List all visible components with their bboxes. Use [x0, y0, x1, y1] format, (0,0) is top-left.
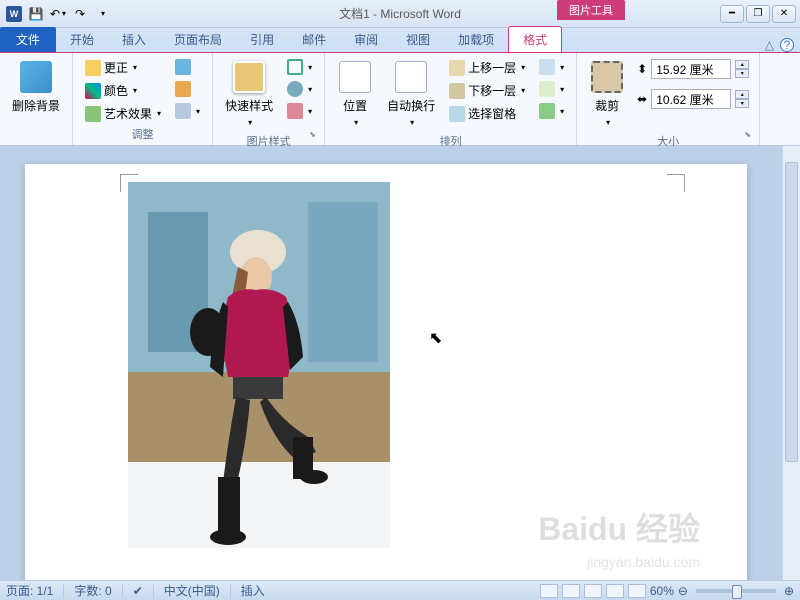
change-picture-button[interactable] — [171, 79, 204, 99]
rotate-button[interactable]: ▾ — [535, 101, 568, 121]
minimize-ribbon-icon[interactable]: △ — [765, 38, 774, 52]
crop-handle-tr[interactable] — [667, 174, 685, 192]
picstyle-launcher[interactable]: ⬊ — [309, 130, 321, 142]
status-language[interactable]: 中文(中国) — [164, 582, 220, 599]
group-button[interactable]: ▾ — [535, 79, 568, 99]
help-icon[interactable]: ? — [780, 38, 794, 52]
close-button[interactable]: ✕ — [772, 5, 796, 23]
zoom-out-button[interactable]: ⊖ — [678, 584, 688, 598]
height-input[interactable]: ⬍ 15.92 厘米 ▴▾ — [635, 57, 751, 81]
send-backward-button[interactable]: 下移一层▾ — [445, 80, 529, 101]
contextual-tab-label: 图片工具 — [557, 0, 625, 20]
ribbon-tabs: 文件 开始 插入 页面布局 引用 邮件 审阅 视图 加载项 格式 △ ? — [0, 28, 800, 52]
restore-button[interactable]: ❐ — [746, 5, 770, 23]
group-size: 裁剪▾ ⬍ 15.92 厘米 ▴▾ ⬌ 10.62 厘米 ▴▾ 大小 ⬊ — [577, 53, 760, 145]
ribbon: 删除背景 更正▾ 颜色▾ 艺术效果▾ ▾ 调整 快速样式▾ ▾ — [0, 52, 800, 146]
undo-button[interactable]: ↶▾ — [48, 4, 68, 24]
minimize-button[interactable]: ━ — [720, 5, 744, 23]
tab-review[interactable]: 审阅 — [340, 27, 392, 52]
status-page[interactable]: 页面: 1/1 — [6, 582, 53, 599]
corrections-button[interactable]: 更正▾ — [81, 57, 165, 78]
document-area[interactable] — [0, 146, 782, 580]
tab-view[interactable]: 视图 — [392, 27, 444, 52]
quick-styles-button[interactable]: 快速样式▾ — [221, 57, 277, 131]
width-input[interactable]: ⬌ 10.62 厘米 ▴▾ — [635, 87, 751, 111]
titlebar: W 💾 ↶▾ ↷ ▾ 文档1 - Microsoft Word 图片工具 ━ ❐… — [0, 0, 800, 28]
tab-insert[interactable]: 插入 — [108, 27, 160, 52]
view-draft[interactable] — [628, 584, 646, 598]
position-button[interactable]: 位置▾ — [333, 57, 377, 131]
reset-picture-button[interactable]: ▾ — [171, 101, 204, 121]
group-removebg: 删除背景 — [0, 53, 73, 145]
group-adjust: 更正▾ 颜色▾ 艺术效果▾ ▾ 调整 — [73, 53, 213, 145]
group-arrange: 位置▾ 自动换行▾ 上移一层▾ 下移一层▾ 选择窗格 ▾ ▾ ▾ 排列 — [325, 53, 577, 145]
view-print-layout[interactable] — [540, 584, 558, 598]
page — [25, 164, 747, 580]
crop-button[interactable]: 裁剪▾ — [585, 57, 629, 131]
group-picture-styles: 快速样式▾ ▾ ▾ ▾ 图片样式 ⬊ — [213, 53, 325, 145]
status-words[interactable]: 字数: 0 — [74, 582, 111, 599]
view-web[interactable] — [584, 584, 602, 598]
qat-customize[interactable]: ▾ — [92, 4, 112, 24]
statusbar: 页面: 1/1 字数: 0 ✔ 中文(中国) 插入 60% ⊖ ⊕ — [0, 580, 800, 600]
remove-bg-label: 删除背景 — [12, 97, 60, 114]
view-fullscreen[interactable] — [562, 584, 580, 598]
tab-mailings[interactable]: 邮件 — [288, 27, 340, 52]
selection-pane-button[interactable]: 选择窗格 — [445, 103, 529, 124]
window-title: 文档1 - Microsoft Word — [339, 5, 461, 22]
zoom-level[interactable]: 60% — [650, 584, 674, 598]
width-icon: ⬌ — [637, 92, 647, 106]
align-button[interactable]: ▾ — [535, 57, 568, 77]
tab-home[interactable]: 开始 — [56, 27, 108, 52]
quick-access-toolbar: W 💾 ↶▾ ↷ ▾ — [0, 4, 112, 24]
picture-layout-button[interactable]: ▾ — [283, 101, 316, 121]
adjust-group-label: 调整 — [81, 124, 204, 144]
redo-button[interactable]: ↷ — [70, 4, 90, 24]
artistic-effects-button[interactable]: 艺术效果▾ — [81, 103, 165, 124]
tab-format[interactable]: 格式 — [508, 26, 562, 52]
tab-file[interactable]: 文件 — [0, 27, 56, 52]
vertical-scrollbar[interactable] — [782, 146, 800, 580]
tab-layout[interactable]: 页面布局 — [160, 27, 236, 52]
picture-effects-button[interactable]: ▾ — [283, 79, 316, 99]
zoom-in-button[interactable]: ⊕ — [784, 584, 794, 598]
tab-references[interactable]: 引用 — [236, 27, 288, 52]
scrollbar-thumb[interactable] — [785, 162, 798, 462]
remove-background-button[interactable]: 删除背景 — [8, 57, 64, 118]
wrap-text-button[interactable]: 自动换行▾ — [383, 57, 439, 131]
compress-button[interactable] — [171, 57, 204, 77]
status-mode[interactable]: 插入 — [241, 582, 265, 599]
proofing-icon[interactable]: ✔ — [133, 584, 143, 598]
tab-addins[interactable]: 加载项 — [444, 27, 508, 52]
zoom-slider[interactable] — [696, 589, 776, 593]
inserted-image[interactable] — [128, 182, 390, 548]
bring-forward-button[interactable]: 上移一层▾ — [445, 57, 529, 78]
picture-border-button[interactable]: ▾ — [283, 57, 316, 77]
save-button[interactable]: 💾 — [26, 4, 46, 24]
height-icon: ⬍ — [637, 62, 647, 76]
view-outline[interactable] — [606, 584, 624, 598]
color-button[interactable]: 颜色▾ — [81, 80, 165, 101]
size-launcher[interactable]: ⬊ — [744, 130, 756, 142]
word-icon[interactable]: W — [4, 4, 24, 24]
